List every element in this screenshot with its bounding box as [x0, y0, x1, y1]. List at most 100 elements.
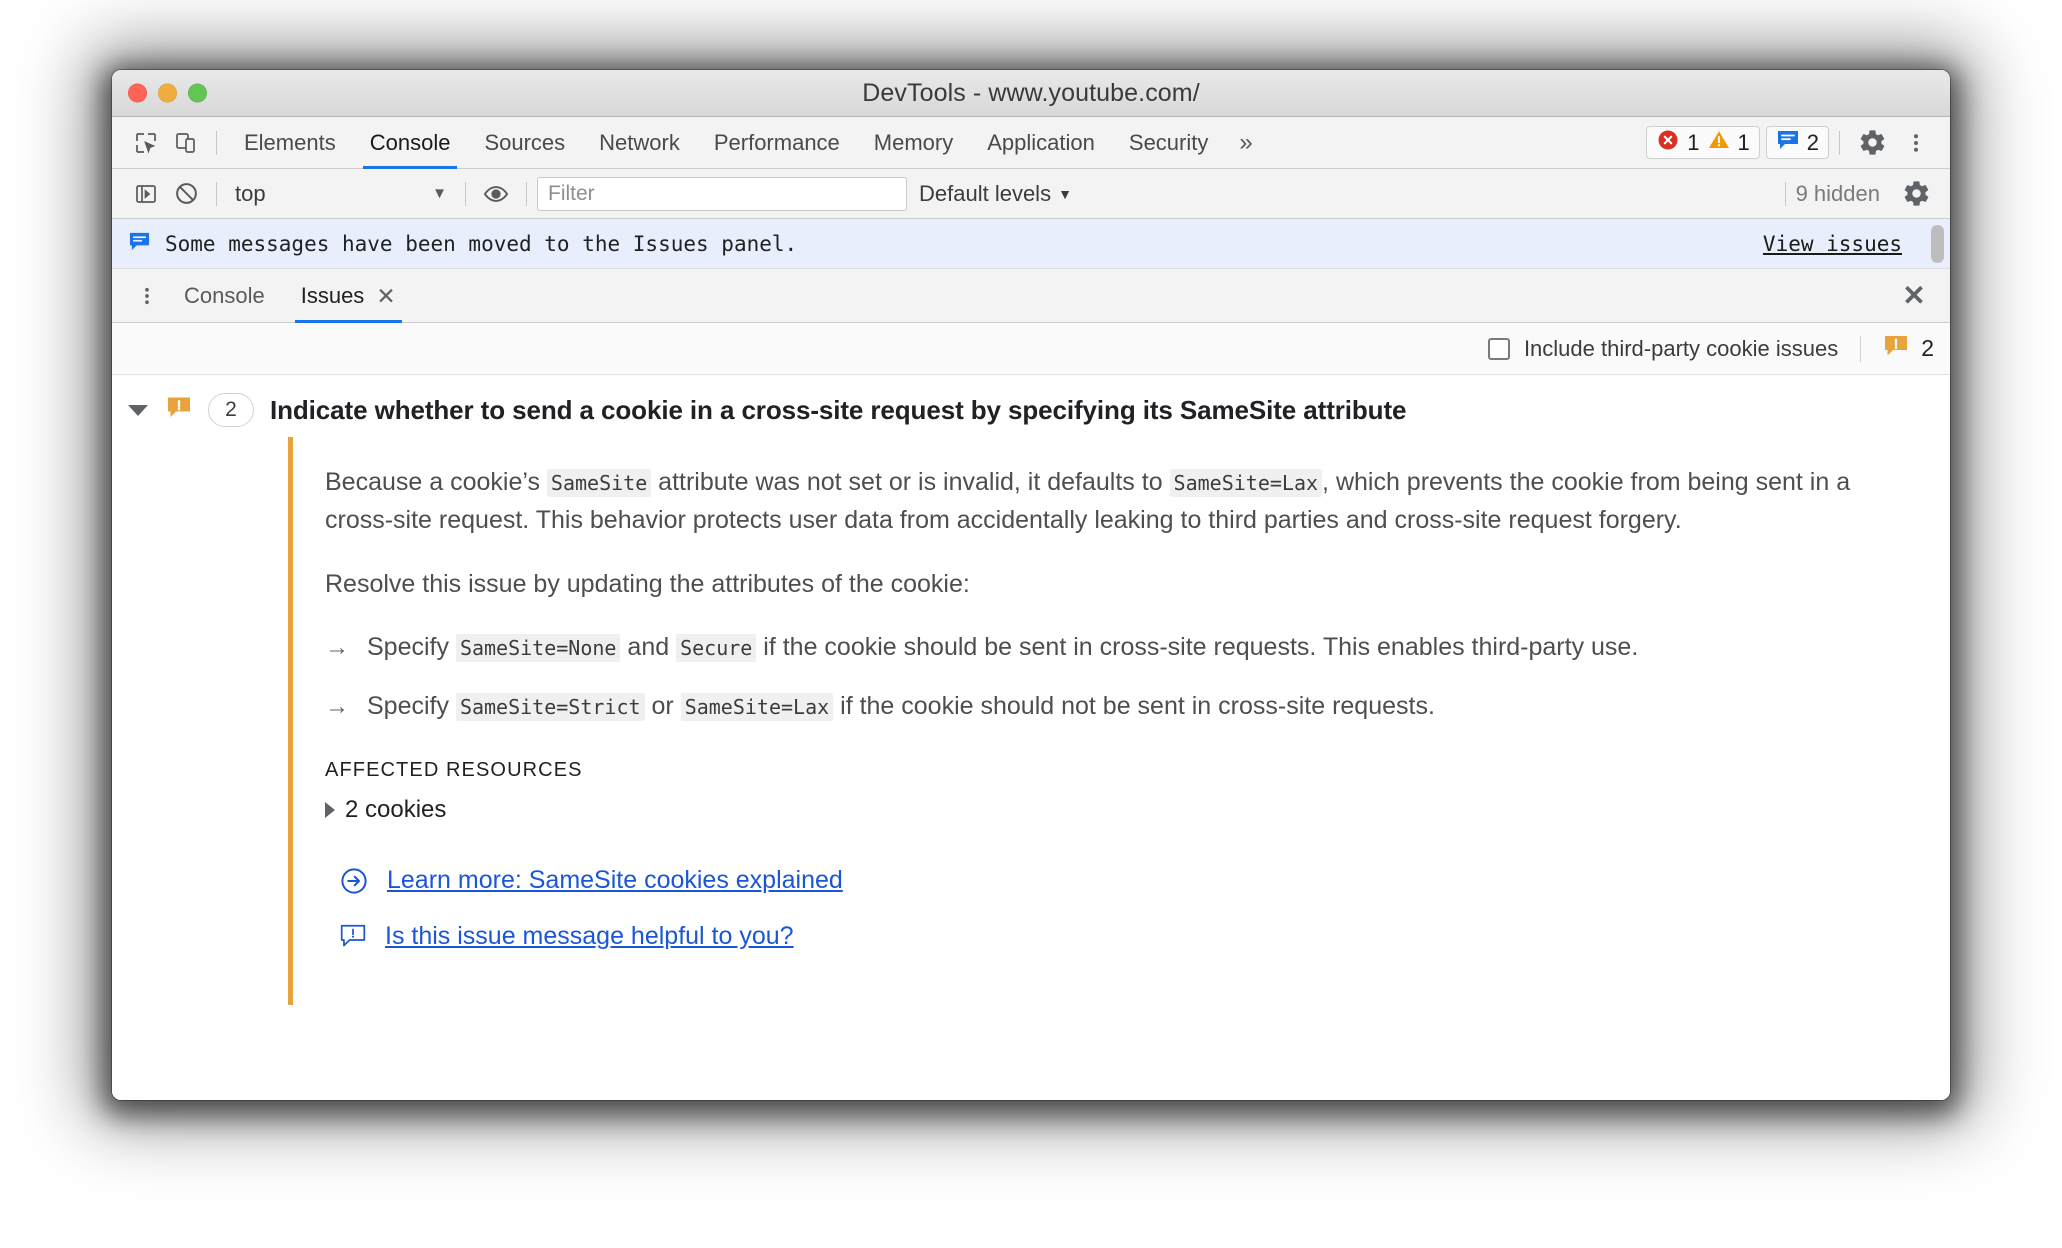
drawer-kebab-menu-icon[interactable] — [128, 285, 166, 307]
issues-count-value: 2 — [1921, 335, 1934, 361]
hidden-messages-count[interactable]: 9 hidden — [1796, 181, 1894, 207]
log-levels-label: Default levels — [919, 180, 1052, 206]
toolbar-divider — [216, 130, 217, 155]
console-scrollbar-thumb[interactable] — [1931, 225, 1944, 263]
more-tabs-button[interactable]: » — [1225, 129, 1266, 157]
affected-expander-icon[interactable] — [325, 801, 335, 818]
feedback-link-row[interactable]: Is this issue message helpful to you? — [339, 922, 1878, 951]
device-toolbar-icon[interactable] — [166, 123, 206, 163]
bullet-1-text: Specify SameSite=None and Secure if the … — [367, 629, 1638, 665]
issue-severity-icon — [166, 395, 192, 425]
code-samesite-strict: SameSite=Strict — [455, 692, 645, 721]
screenshot-root: DevTools - www.youtube.com/ Elements Con… — [0, 0, 2062, 1248]
code-samesite-lax-2: SameSite=Lax — [680, 692, 834, 721]
close-drawer-button[interactable]: ✕ — [1892, 274, 1936, 318]
bullet1-part1: Specify — [367, 633, 456, 661]
bullet-2-text: Specify SameSite=Strict or SameSite=Lax … — [367, 688, 1435, 724]
traffic-light-group — [128, 83, 207, 103]
tab-performance[interactable]: Performance — [697, 117, 857, 169]
execution-context-value: top — [235, 180, 266, 206]
issue-warning-bubble-icon — [1883, 334, 1909, 363]
inspect-element-icon[interactable] — [126, 123, 166, 163]
issue-expander-icon[interactable] — [128, 404, 148, 416]
toolbar-divider-2 — [1839, 130, 1840, 155]
clear-console-icon[interactable] — [166, 174, 206, 214]
maximize-window-button[interactable] — [188, 83, 207, 103]
tab-application[interactable]: Application — [970, 117, 1112, 169]
issues-toolbar: Include third-party cookie issues 2 — [112, 323, 1950, 375]
execution-context-select[interactable]: top ▼ — [227, 177, 455, 211]
issue-paragraph-1: Because a cookie’s SameSite attribute wa… — [325, 463, 1878, 539]
console-message-text: Some messages have been moved to the Iss… — [165, 231, 798, 256]
minimize-window-button[interactable] — [158, 83, 177, 103]
arrow-right-icon-2: → — [325, 692, 349, 720]
affected-resources-item-label: 2 cookies — [345, 795, 447, 823]
tab-sources[interactable]: Sources — [467, 117, 582, 169]
issue-count: 2 — [1806, 129, 1819, 155]
console-settings-gear-icon[interactable] — [1894, 172, 1938, 216]
tab-console[interactable]: Console — [353, 117, 468, 169]
devtools-window: DevTools - www.youtube.com/ Elements Con… — [112, 70, 1950, 1100]
filter-divider-4 — [1784, 181, 1786, 206]
feedback-bubble-icon — [339, 923, 367, 949]
issue-bubble-icon — [1776, 129, 1800, 156]
checkbox-box[interactable] — [1487, 337, 1510, 360]
issue-bullet-2: → Specify SameSite=Strict or SameSite=La… — [325, 688, 1878, 725]
window-titlebar: DevTools - www.youtube.com/ — [112, 70, 1950, 117]
issues-counter[interactable]: 2 — [1765, 126, 1829, 159]
issue-header-row[interactable]: 2 Indicate whether to send a cookie in a… — [112, 375, 1950, 437]
include-third-party-cookie-issues-checkbox[interactable]: Include third-party cookie issues — [1487, 335, 1839, 362]
bullet1-part3: if the cookie should be sent in cross-si… — [756, 633, 1639, 661]
filter-divider-2 — [465, 181, 466, 206]
gear-icon[interactable] — [1850, 121, 1894, 165]
affected-resources-label: AFFECTED RESOURCES — [325, 758, 583, 781]
drawer-tab-issues[interactable]: Issues ✕ — [283, 269, 414, 323]
close-window-button[interactable] — [128, 83, 147, 103]
issue-paragraph-2: Resolve this issue by updating the attri… — [325, 570, 970, 598]
console-sidebar-icon[interactable] — [126, 174, 166, 214]
tab-elements[interactable]: Elements — [227, 117, 353, 169]
console-filter-toolbar: top ▼ Default levels ▼ 9 hidden — [112, 169, 1950, 219]
learn-more-link[interactable]: Learn more: SameSite cookies explained — [387, 866, 843, 895]
kebab-menu-icon[interactable] — [1894, 121, 1938, 165]
close-issues-tab-icon[interactable]: ✕ — [376, 269, 395, 323]
arrow-right-icon-1: → — [325, 634, 349, 661]
log-levels-select[interactable]: Default levels ▼ — [907, 181, 1084, 207]
filter-input[interactable] — [537, 176, 907, 211]
error-count: 1 — [1687, 129, 1700, 155]
issue-title: Indicate whether to send a cookie in a c… — [270, 394, 1407, 425]
warning-icon — [1707, 128, 1731, 157]
drawer-tab-console[interactable]: Console — [166, 269, 283, 323]
filter-divider-1 — [216, 181, 217, 206]
drawer-tab-issues-label: Issues — [300, 282, 365, 308]
bullet2-part2: or — [644, 691, 681, 720]
drawer-tabbar: Console Issues ✕ ✕ — [112, 269, 1950, 323]
code-samesite: SameSite — [546, 469, 652, 497]
filter-divider-3 — [526, 181, 527, 206]
devtools-tabstrip: Elements Console Sources Network Perform… — [112, 117, 1950, 169]
para1-part1: Because a cookie’s — [325, 468, 547, 496]
issues-count-badge: 2 — [1883, 334, 1934, 363]
bullet1-part2: and — [620, 633, 677, 661]
bullet2-part3: if the cookie should not be sent in cros… — [833, 691, 1435, 720]
para1-part2: attribute was not set or is invalid, it … — [651, 468, 1170, 496]
affected-resources-item[interactable]: 2 cookies — [325, 796, 1878, 824]
learn-more-link-row[interactable]: Learn more: SameSite cookies explained — [339, 866, 1878, 896]
tab-security[interactable]: Security — [1112, 117, 1225, 169]
issue-occurrence-count: 2 — [208, 393, 254, 427]
tab-network[interactable]: Network — [582, 117, 697, 169]
checkbox-label: Include third-party cookie issues — [1523, 335, 1839, 361]
issue-detail-panel: Because a cookie’s SameSite attribute wa… — [288, 437, 1878, 1005]
view-issues-link[interactable]: View issues — [1763, 232, 1902, 256]
console-info-message: Some messages have been moved to the Iss… — [112, 219, 1950, 269]
tab-memory[interactable]: Memory — [857, 117, 970, 169]
arrow-in-circle-icon — [339, 866, 369, 896]
drawer-tab-console-label: Console — [184, 282, 265, 308]
issue-bullet-1: → Specify SameSite=None and Secure if th… — [325, 629, 1878, 666]
warning-count: 1 — [1737, 129, 1750, 155]
issues-toolbar-divider — [1860, 335, 1862, 362]
error-warning-counter[interactable]: 1 1 — [1646, 126, 1760, 159]
feedback-link[interactable]: Is this issue message helpful to you? — [385, 922, 794, 951]
live-expression-icon[interactable] — [476, 174, 516, 214]
bullet2-part1: Specify — [367, 691, 456, 720]
